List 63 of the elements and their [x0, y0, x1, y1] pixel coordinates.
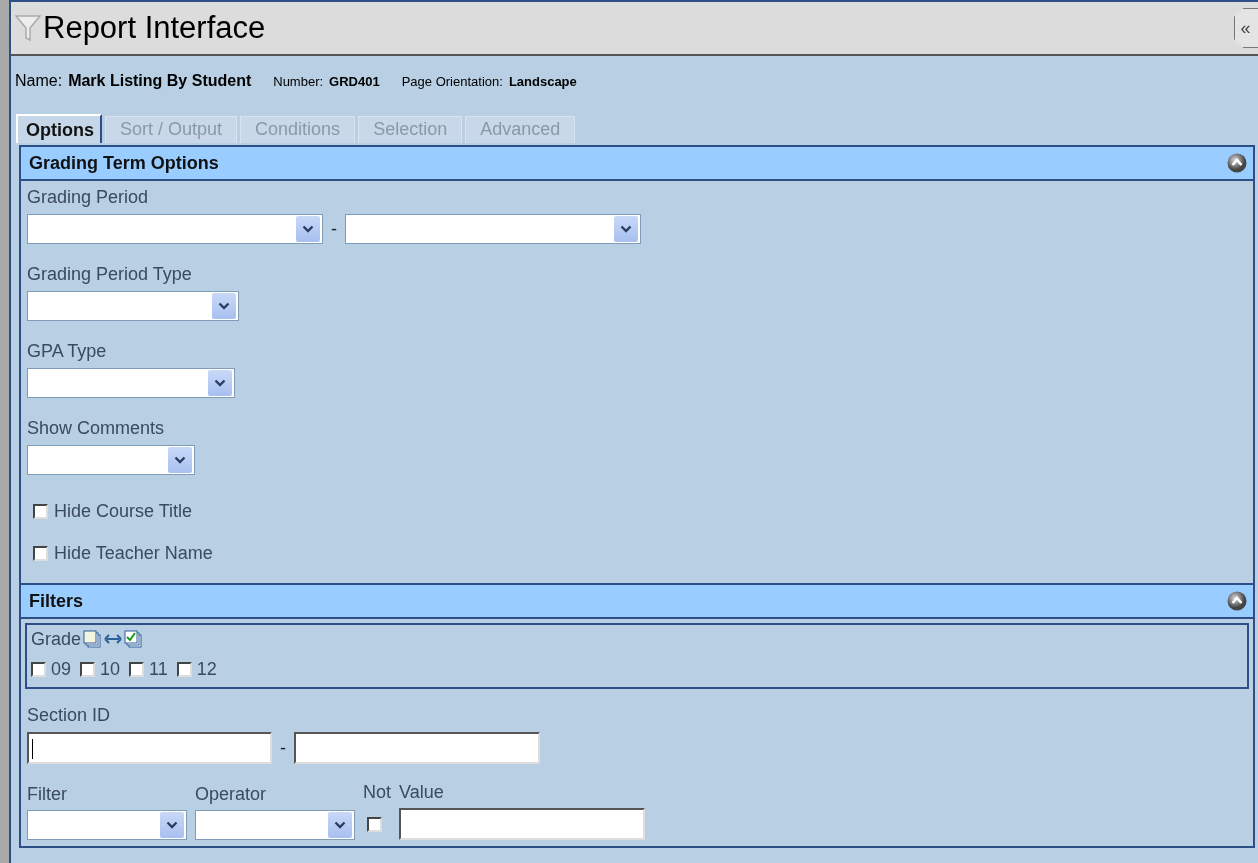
- chevron-icon: [620, 225, 632, 233]
- field-label: 10: [100, 658, 121, 681]
- name-label: Name:: [15, 72, 63, 90]
- field-label: 12: [196, 658, 217, 681]
- field-label: Filter: [27, 783, 68, 806]
- collapse-button[interactable]: «: [1234, 8, 1258, 48]
- checkbox[interactable]: [31, 661, 46, 677]
- funnel-icon: [15, 14, 41, 42]
- field-label: Hide Teacher Name: [54, 542, 213, 565]
- field-label: 11: [149, 658, 168, 681]
- double-arrow-icon: [104, 633, 123, 645]
- chevron-icon: [174, 456, 186, 464]
- window-title: Report Interface: [43, 10, 266, 46]
- field-label: Grading Period Type: [27, 263, 193, 286]
- collapse-icon[interactable]: [1227, 591, 1247, 611]
- checkbox[interactable]: [33, 545, 48, 561]
- report-name: Mark Listing By Student: [68, 72, 252, 90]
- field-label: Not: [363, 781, 391, 804]
- field-label: Value: [399, 781, 445, 804]
- chevron-icon: [334, 821, 346, 829]
- dropdown[interactable]: [27, 214, 323, 244]
- tab[interactable]: Conditions: [240, 116, 356, 143]
- tab[interactable]: Advanced: [465, 116, 576, 143]
- field-label: Grade: [31, 628, 82, 651]
- dropdown[interactable]: [27, 445, 195, 475]
- dropdown[interactable]: [27, 810, 187, 840]
- section-title: Grading Term Options: [29, 152, 219, 174]
- tab[interactable]: Options: [16, 114, 102, 143]
- check-all-icon: [124, 629, 144, 649]
- dropdown[interactable]: [345, 214, 641, 244]
- number-label: Number:: [273, 74, 324, 89]
- uncheck-all-icon: [83, 629, 103, 649]
- dropdown[interactable]: [27, 291, 239, 321]
- field-label: GPA Type: [27, 340, 108, 363]
- field-label: Grading Period: [27, 186, 150, 209]
- dropdown[interactable]: [27, 368, 235, 398]
- collapse-icon[interactable]: [1227, 153, 1247, 173]
- range-dash: -: [331, 218, 337, 240]
- field-label: 09: [51, 658, 72, 681]
- dropdown[interactable]: [195, 810, 355, 840]
- tab[interactable]: Selection: [358, 116, 463, 143]
- chevron-icon: [214, 379, 226, 387]
- checkbox[interactable]: [367, 816, 382, 832]
- report-number: GRD401: [329, 74, 380, 89]
- field-label: Section ID: [27, 704, 112, 727]
- orientation-label: Page Orientation:: [401, 74, 503, 89]
- checkbox[interactable]: [176, 661, 192, 677]
- section-title: Filters: [29, 590, 84, 612]
- chevron-icon: [218, 302, 230, 310]
- text-field[interactable]: [27, 732, 272, 764]
- checkbox[interactable]: [33, 503, 48, 519]
- text-field[interactable]: [294, 732, 540, 764]
- checkbox[interactable]: [80, 661, 96, 677]
- orientation-value: Landscape: [508, 74, 577, 89]
- checkbox[interactable]: [129, 661, 145, 677]
- tab[interactable]: Sort / Output: [105, 116, 238, 143]
- field-label: Operator: [195, 783, 268, 806]
- field-label: Show Comments: [27, 417, 166, 440]
- text-field[interactable]: [399, 808, 645, 840]
- field-label: Hide Course Title: [54, 500, 193, 523]
- range-dash: -: [280, 737, 286, 759]
- chevron-icon: [302, 225, 314, 233]
- chevron-icon: [166, 821, 178, 829]
